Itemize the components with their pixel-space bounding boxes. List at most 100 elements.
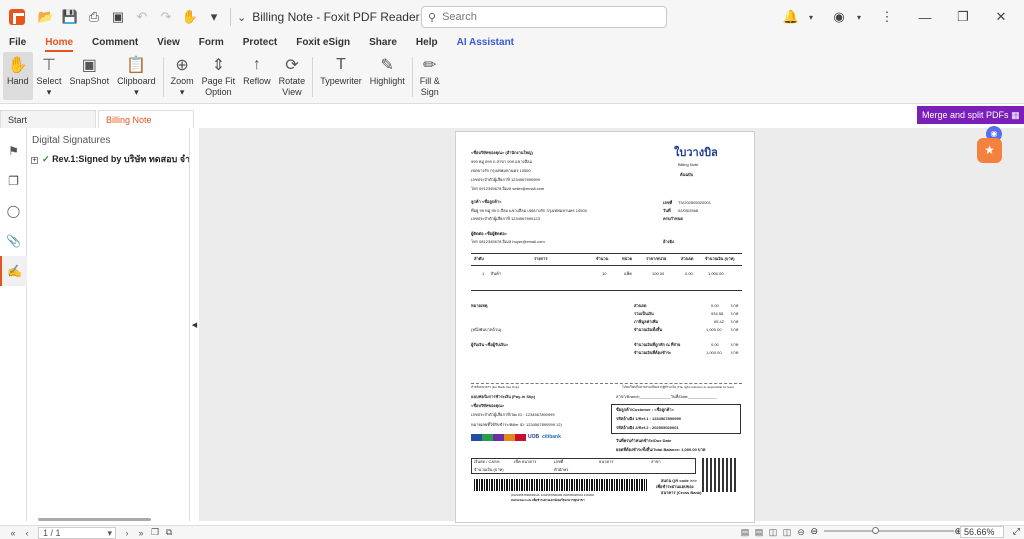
open-folder-icon[interactable]: 📂 <box>36 7 56 27</box>
snapshot-button[interactable]: ▣ SnapShot <box>66 52 114 100</box>
zoom-slider[interactable] <box>824 527 954 534</box>
bell-icon[interactable]: 🔔 <box>782 9 800 25</box>
fit-page-icon[interactable]: ❐ <box>148 527 162 538</box>
withhold-label: จำนวนเงินที่ถูกหัก ณ ที่จ่าย <box>634 342 681 347</box>
last-page-icon[interactable]: » <box>134 528 148 538</box>
doc-receiver: ผู้รับเงิน <ชื่อผู้รับเงิน> <box>471 342 509 347</box>
lightbulb-icon[interactable]: ★ <box>977 138 1002 163</box>
customize-dropdown-icon[interactable]: ▾ <box>204 7 224 27</box>
zoom-level-field[interactable]: 56.66% <box>960 526 1004 538</box>
sum-value-discount: 0.00 <box>711 303 719 308</box>
menu-share[interactable]: Share <box>369 34 406 52</box>
comments-icon[interactable]: ◯ <box>0 196 27 226</box>
attachment-icon[interactable]: 📎 <box>0 226 27 256</box>
single-page-view-icon[interactable]: ▤ <box>738 527 752 538</box>
next-page-icon[interactable]: › <box>120 528 134 538</box>
pay-branch: สาขา <box>651 459 661 464</box>
fill-sign-button[interactable]: ✏ Fill & Sign <box>416 52 444 100</box>
fullscreen-icon[interactable]: ⤢ <box>1013 526 1020 537</box>
menu-view[interactable]: View <box>157 34 189 52</box>
account-icon[interactable]: ◉ <box>830 9 848 25</box>
bookmark-icon[interactable]: ⚑ <box>0 136 27 166</box>
screenshot-icon[interactable]: ▣ <box>108 7 128 27</box>
zoom-slider-handle[interactable] <box>872 527 879 534</box>
prev-page-icon[interactable]: ‹ <box>20 528 34 538</box>
sum-unit-4: บาท <box>731 327 739 332</box>
zoom-button[interactable]: ⊕ Zoom ▾ <box>167 52 198 100</box>
redo-icon[interactable]: ↷ <box>156 7 176 27</box>
tab-start[interactable]: Start <box>0 110 96 128</box>
reflow-icon: ↑ <box>252 56 261 73</box>
minimize-icon[interactable]: — <box>916 10 934 25</box>
td-unit: แพ็ค <box>624 271 632 276</box>
menu-foxit-esign[interactable]: Foxit eSign <box>296 34 359 52</box>
continuous-facing-icon[interactable]: ◫ <box>780 527 794 538</box>
pay-cash: เงินสด / CASH <box>474 459 500 464</box>
merge-split-promo[interactable]: Merge and split PDFs ▦ <box>917 106 1024 124</box>
menu-file[interactable]: File <box>9 34 35 52</box>
ribbon-separator <box>162 57 164 97</box>
expand-icon[interactable]: + <box>31 157 38 164</box>
hand-tool-icon[interactable]: ✋ <box>180 7 200 27</box>
clipboard-button[interactable]: 📋 Clipboard ▾ <box>113 52 160 100</box>
search-box[interactable]: ⚲ <box>421 6 667 28</box>
signature-node[interactable]: +✓ Rev.1:Signed by บริษัท ทดสอบ จำกัด ( <box>27 146 189 166</box>
bank-citi: citibank <box>542 434 561 440</box>
menu-form[interactable]: Form <box>199 34 233 52</box>
facing-view-icon[interactable]: ◫ <box>766 527 780 538</box>
th-no: ลำดับ <box>474 256 484 261</box>
total-balance: ยอดที่ต้องชำระทั้งสิ้น/Total Balance: 1,… <box>616 447 706 452</box>
highlight-button[interactable]: ✎ Highlight <box>366 52 409 100</box>
payment-method-box <box>471 458 696 474</box>
restore-icon[interactable]: ❐ <box>954 9 972 25</box>
due-date: วันที่ครบกำหนดชำระ/Due Date <box>616 438 672 443</box>
continuous-view-icon[interactable]: ▤ <box>752 527 766 538</box>
search-input[interactable] <box>442 11 643 23</box>
menu-home[interactable]: Home <box>45 34 82 52</box>
collapse-panel-button[interactable]: ◀ <box>190 128 199 521</box>
chevron-down-icon[interactable]: ⌄ <box>237 11 246 24</box>
page-number-field[interactable]: 1 / 1 ▾ <box>38 526 116 539</box>
doc-title-en: Billing Note <box>678 162 699 167</box>
pay-cheque: เช็ค ธนาคาร <box>514 459 537 464</box>
more-icon[interactable]: ⋮ <box>878 9 896 25</box>
tab-billing-note[interactable]: Billing Note <box>98 110 194 128</box>
th-unit: หน่วย <box>622 256 632 261</box>
hand-button[interactable]: ✋ Hand <box>3 52 33 100</box>
select-button[interactable]: ⊤ Select ▾ <box>33 52 66 100</box>
two-page-icon[interactable]: ⧉ <box>162 527 176 538</box>
chevron-down-icon[interactable]: ▾ <box>802 13 820 22</box>
scan-qr-3: ธนาคาร (Cross Bank) <box>661 490 702 495</box>
print-icon[interactable]: ⎙ <box>84 7 104 27</box>
first-page-icon[interactable]: « <box>6 528 20 538</box>
typewriter-button[interactable]: T Typewriter <box>316 52 366 100</box>
doc-no-label: เลขที่ <box>663 200 673 205</box>
close-icon[interactable]: ✕ <box>992 9 1010 25</box>
menu-protect[interactable]: Protect <box>243 34 286 52</box>
undo-icon[interactable]: ↶ <box>132 7 152 27</box>
withhold-value: 0.00 <box>711 342 719 347</box>
save-icon[interactable]: 💾 <box>60 7 80 27</box>
chevron-down-icon[interactable]: ▾ <box>107 528 112 538</box>
td-discount: 0.00 <box>685 271 693 276</box>
rotate-view-button[interactable]: ⟳ Rotate View <box>275 52 310 100</box>
document-tabs: Start Billing Note <box>0 110 1024 128</box>
doc-original: ต้นฉบับ <box>680 172 694 177</box>
panel-scrollbar[interactable] <box>38 518 151 521</box>
doc-customer: ลูกค้า <ชื่อลูกค้า> <box>471 199 502 204</box>
signature-icon[interactable]: ✍ <box>0 256 27 286</box>
chevron-down-icon[interactable]: ▾ <box>850 13 868 22</box>
zoom-out-icon[interactable]: ⊖ <box>794 527 808 538</box>
chevron-down-icon: ▾ <box>134 87 139 97</box>
sum-label-discount: ส่วนลด <box>634 303 647 308</box>
pages-icon[interactable]: ❐ <box>0 166 27 196</box>
reflow-button[interactable]: ↑ Reflow <box>239 52 275 100</box>
zoom-out-slider-icon[interactable]: ⊖ <box>810 526 818 537</box>
window-title: Billing Note - Foxit PDF Reader <box>252 10 420 24</box>
pdf-page[interactable]: <ชื่อบริษัทของคุณ> (สำนักงานใหญ่) 999 หม… <box>455 131 755 523</box>
menu-ai-assistant[interactable]: AI Assistant <box>457 34 523 52</box>
menu-help[interactable]: Help <box>416 34 447 52</box>
doc-cust-addr: ที่อยู่ 99 หมู่ 99 ถ.สีลม แขวงสีลม เขตบา… <box>471 208 587 213</box>
menu-comment[interactable]: Comment <box>92 34 147 52</box>
page-fit-option-button[interactable]: ⇕ Page Fit Option <box>198 52 240 100</box>
